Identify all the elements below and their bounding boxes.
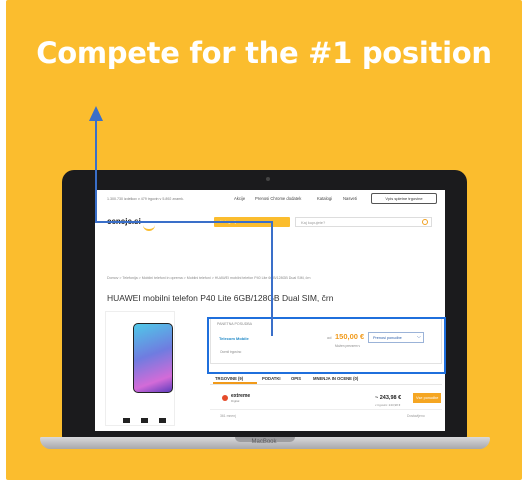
arrow-head-icon (89, 106, 103, 121)
annotation-overlay (89, 106, 446, 374)
highlight-box (207, 317, 446, 374)
arrow-line (95, 120, 273, 336)
